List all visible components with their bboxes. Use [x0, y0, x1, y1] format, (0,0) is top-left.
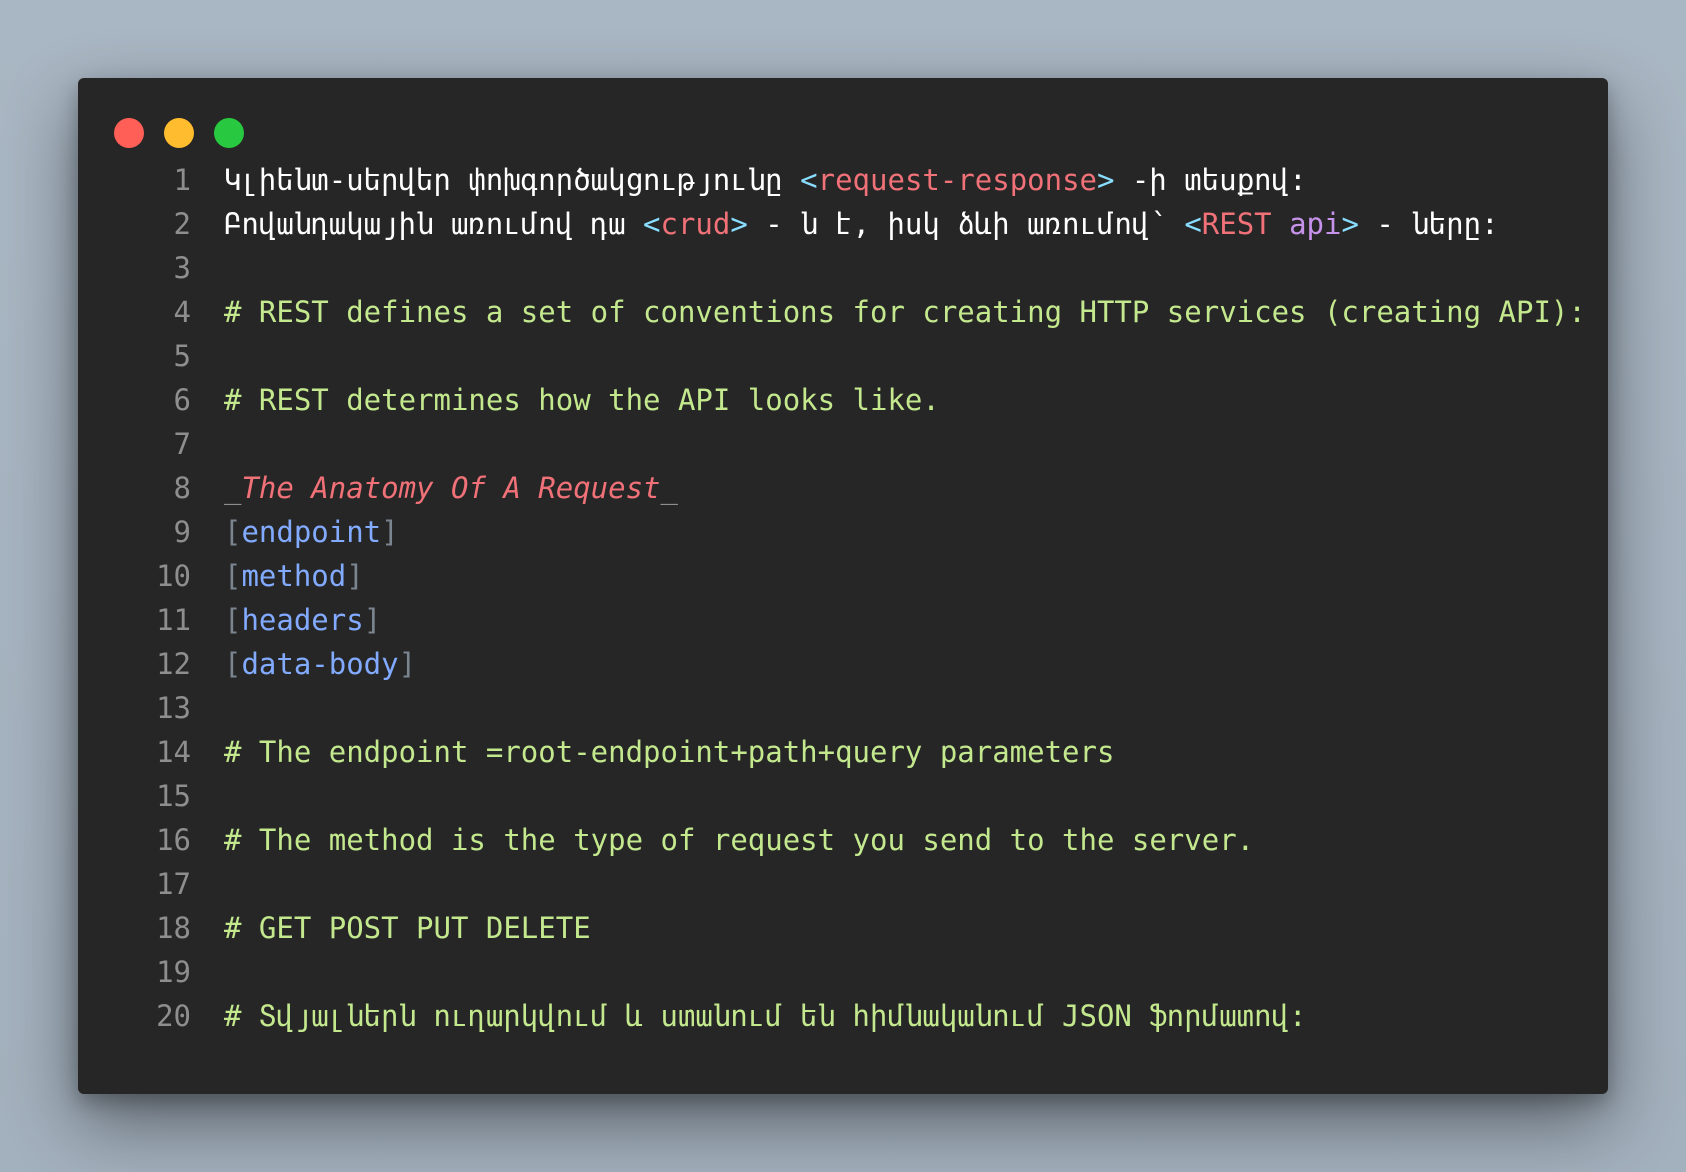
line-number: 12 — [156, 647, 191, 681]
line-number: 14 — [156, 735, 191, 769]
code-token: # The endpoint =root-endpoint+path+query… — [224, 735, 1115, 769]
code-token: [ — [224, 559, 242, 593]
code-token: [ — [224, 647, 242, 681]
line-number: 6 — [173, 383, 191, 417]
code-token: [ — [224, 515, 242, 549]
line-content: _The Anatomy Of A Request_ — [224, 466, 678, 510]
code-token: ] — [381, 515, 399, 549]
code-token: REST — [1201, 207, 1272, 241]
line-number: 7 — [173, 427, 191, 461]
code-token: - ն է, իսկ ձևի առումով՝ — [747, 207, 1185, 241]
code-token: method — [241, 559, 347, 593]
code-token: Բովանդակային առումով դա — [224, 207, 644, 241]
line-content: # The endpoint =root-endpoint+path+query… — [224, 730, 1114, 774]
line-number: 10 — [156, 559, 191, 593]
code-token: > — [730, 207, 748, 241]
code-token: _ — [660, 471, 678, 505]
code-token: _ — [224, 471, 242, 505]
line-content: [method] — [224, 554, 364, 598]
code-token: # Տվյալներն ուղարկվում և ստանում են հիմն… — [224, 999, 1307, 1033]
line-number: 18 — [156, 911, 191, 945]
code-token: The Anatomy Of A Request — [241, 471, 661, 505]
line-number: 8 — [173, 471, 191, 505]
code-token: ] — [346, 559, 364, 593]
code-token: endpoint — [241, 515, 382, 549]
code-token: ] — [398, 647, 417, 681]
code-token: - ները: — [1358, 207, 1499, 241]
line-number: 2 — [173, 207, 191, 241]
code-line: 20 # Տվյալներն ուղարկվում և ստանում են հի… — [78, 999, 1587, 1136]
code-token: Կլիենտ-սերվեր փոխգործակցությունը — [224, 163, 801, 197]
code-token: # REST determines how the API looks like… — [224, 383, 940, 417]
line-content: Կլիենտ-սերվեր փոխգործակցությունը <reques… — [224, 158, 1307, 202]
line-number: 9 — [173, 515, 191, 549]
line-content: [endpoint] — [224, 510, 399, 554]
code-token: crud — [660, 207, 731, 241]
line-content: # REST defines a set of conventions for … — [224, 290, 1586, 334]
code-editor[interactable]: 1 Կլիենտ-սերվեր փոխգործակցությունը <reque… — [78, 163, 1587, 1136]
line-content: # REST determines how the API looks like… — [224, 378, 940, 422]
code-token: data-body — [241, 647, 399, 681]
code-token: > — [1341, 207, 1359, 241]
code-token: ] — [363, 603, 382, 637]
close-button[interactable] — [114, 118, 144, 148]
line-content: Բովանդակային առումով դա <crud> - ն է, իս… — [224, 202, 1499, 246]
line-content: # Տվյալներն ուղարկվում և ստանում են հիմն… — [224, 994, 1307, 1038]
line-content: [data-body] — [224, 642, 416, 686]
line-number: 19 — [156, 955, 191, 989]
line-number: 3 — [173, 251, 191, 285]
code-token: > — [1097, 163, 1115, 197]
line-number: 5 — [173, 339, 191, 373]
line-number: 11 — [156, 603, 191, 637]
line-number: 16 — [156, 823, 191, 857]
line-number: 13 — [156, 691, 191, 725]
code-token: -ի տեսքով: — [1114, 163, 1307, 197]
code-token: headers — [241, 603, 364, 637]
line-number: 4 — [173, 295, 191, 329]
code-token: # The method is the type of request you … — [224, 823, 1255, 857]
code-token: < — [1184, 207, 1202, 241]
window-controls — [114, 118, 244, 148]
line-content: [headers] — [224, 598, 381, 642]
line-content: # GET POST PUT DELETE — [224, 906, 591, 950]
line-number: 1 — [173, 163, 191, 197]
code-line: 19 — [78, 955, 1587, 1092]
minimize-button[interactable] — [164, 118, 194, 148]
code-token: [ — [224, 603, 242, 637]
code-token: # REST defines a set of conventions for … — [224, 295, 1586, 329]
line-content: # The method is the type of request you … — [224, 818, 1254, 862]
code-token: < — [643, 207, 661, 241]
maximize-button[interactable] — [214, 118, 244, 148]
line-number: 20 — [156, 999, 191, 1033]
line-number: 17 — [156, 867, 191, 901]
code-token: < — [800, 163, 818, 197]
line-number: 15 — [156, 779, 191, 813]
code-token: api — [1289, 207, 1342, 241]
code-token: request-response — [817, 163, 1097, 197]
code-token: # GET POST PUT DELETE — [224, 911, 591, 945]
code-window: 1 Կլիենտ-սերվեր փոխգործակցությունը <reque… — [78, 78, 1608, 1094]
